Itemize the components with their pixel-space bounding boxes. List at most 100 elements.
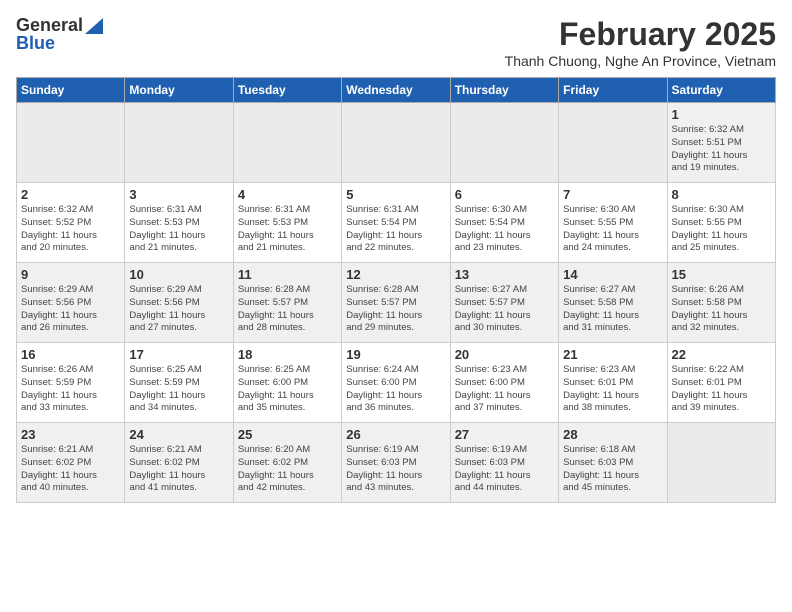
calendar-cell: 23Sunrise: 6:21 AMSunset: 6:02 PMDayligh… [17, 423, 125, 503]
calendar-cell: 3 Sunrise: 6:31 AMSunset: 5:53 PMDaylight… [125, 183, 233, 263]
calendar-header-row: SundayMondayTuesdayWednesdayThursdayFrid… [17, 78, 776, 103]
day-info: Sunrise: 6:23 AMSunset: 6:01 PMDaylight:… [563, 364, 662, 415]
calendar-cell: 14Sunrise: 6:27 AMSunset: 5:58 PMDayligh… [559, 263, 667, 343]
calendar-cell: 2 Sunrise: 6:32 AMSunset: 5:52 PMDaylight… [17, 183, 125, 263]
day-number: 6 [455, 187, 554, 202]
month-title: February 2025 [505, 16, 776, 53]
column-header-wednesday: Wednesday [342, 78, 450, 103]
day-info: Sunrise: 6:31 AMSunset: 5:54 PMDaylight:… [346, 204, 445, 255]
title-area: February 2025 Thanh Chuong, Nghe An Prov… [505, 16, 776, 69]
day-info: Sunrise: 6:25 AMSunset: 6:00 PMDaylight:… [238, 364, 337, 415]
day-number: 25 [238, 427, 337, 442]
day-info: Sunrise: 6:25 AMSunset: 5:59 PMDaylight:… [129, 364, 228, 415]
logo-blue: Blue [16, 34, 55, 52]
day-number: 28 [563, 427, 662, 442]
calendar-cell: 28 Sunrise: 6:18 AMSunset: 6:03 PMDayligh… [559, 423, 667, 503]
day-number: 5 [346, 187, 445, 202]
calendar-cell [667, 423, 775, 503]
header: General Blue February 2025 Thanh Chuong,… [16, 16, 776, 69]
calendar-cell: 6 Sunrise: 6:30 AMSunset: 5:54 PMDaylight… [450, 183, 558, 263]
logo: General Blue [16, 16, 103, 52]
day-number: 3 [129, 187, 228, 202]
day-number: 14 [563, 267, 662, 282]
column-header-thursday: Thursday [450, 78, 558, 103]
calendar: SundayMondayTuesdayWednesdayThursdayFrid… [16, 77, 776, 503]
day-info: Sunrise: 6:26 AMSunset: 5:59 PMDaylight:… [21, 364, 120, 415]
column-header-saturday: Saturday [667, 78, 775, 103]
day-info: Sunrise: 6:32 AMSunset: 5:51 PMDaylight:… [672, 124, 771, 175]
calendar-cell: 20 Sunrise: 6:23 AMSunset: 6:00 PMDayligh… [450, 343, 558, 423]
day-info: Sunrise: 6:30 AMSunset: 5:55 PMDaylight:… [672, 204, 771, 255]
calendar-cell [17, 103, 125, 183]
day-number: 13 [455, 267, 554, 282]
location-title: Thanh Chuong, Nghe An Province, Vietnam [505, 53, 776, 69]
calendar-cell: 16 Sunrise: 6:26 AMSunset: 5:59 PMDayligh… [17, 343, 125, 423]
calendar-cell: 25 Sunrise: 6:20 AMSunset: 6:02 PMDayligh… [233, 423, 341, 503]
day-info: Sunrise: 6:30 AMSunset: 5:54 PMDaylight:… [455, 204, 554, 255]
calendar-cell: 7 Sunrise: 6:30 AMSunset: 5:55 PMDaylight… [559, 183, 667, 263]
day-info: Sunrise: 6:28 AMSunset: 5:57 PMDaylight:… [238, 284, 337, 335]
day-info: Sunrise: 6:27 AMSunset: 5:57 PMDaylight:… [455, 284, 554, 335]
calendar-cell: 13 Sunrise: 6:27 AMSunset: 5:57 PMDayligh… [450, 263, 558, 343]
calendar-cell [125, 103, 233, 183]
calendar-cell: 19 Sunrise: 6:24 AMSunset: 6:00 PMDayligh… [342, 343, 450, 423]
calendar-cell: 18 Sunrise: 6:25 AMSunset: 6:00 PMDayligh… [233, 343, 341, 423]
calendar-cell: 24 Sunrise: 6:21 AMSunset: 6:02 PMDayligh… [125, 423, 233, 503]
calendar-cell [450, 103, 558, 183]
day-info: Sunrise: 6:19 AMSunset: 6:03 PMDaylight:… [455, 444, 554, 495]
day-info: Sunrise: 6:19 AMSunset: 6:03 PMDaylight:… [346, 444, 445, 495]
calendar-week-row: 23 Sunrise: 6:21 AMSunset: 6:02 PMDayligh… [17, 423, 776, 503]
calendar-cell: 17 Sunrise: 6:25 AMSunset: 5:59 PMDayligh… [125, 343, 233, 423]
day-number: 15 [672, 267, 771, 282]
calendar-cell [233, 103, 341, 183]
day-info: Sunrise: 6:29 AMSunset: 5:56 PMDaylight:… [129, 284, 228, 335]
day-number: 7 [563, 187, 662, 202]
calendar-week-row: 1 Sunrise: 6:32 AMSunset: 5:51 PMDaylight… [17, 103, 776, 183]
day-info: Sunrise: 6:28 AMSunset: 5:57 PMDaylight:… [346, 284, 445, 335]
day-number: 19 [346, 347, 445, 362]
day-info: Sunrise: 6:32 AMSunset: 5:52 PMDaylight:… [21, 204, 120, 255]
calendar-cell: 12 Sunrise: 6:28 AMSunset: 5:57 PMDayligh… [342, 263, 450, 343]
day-number: 1 [672, 107, 771, 122]
day-info: Sunrise: 6:30 AMSunset: 5:55 PMDaylight:… [563, 204, 662, 255]
logo-general: General [16, 16, 83, 34]
column-header-sunday: Sunday [17, 78, 125, 103]
day-number: 16 [21, 347, 120, 362]
day-number: 18 [238, 347, 337, 362]
day-info: Sunrise: 6:24 AMSunset: 6:00 PMDaylight:… [346, 364, 445, 415]
day-number: 17 [129, 347, 228, 362]
day-info: Sunrise: 6:21 AMSunset: 6:02 PMDaylight:… [129, 444, 228, 495]
calendar-cell: 4 Sunrise: 6:31 AMSunset: 5:53 PMDaylight… [233, 183, 341, 263]
day-number: 4 [238, 187, 337, 202]
calendar-cell [559, 103, 667, 183]
calendar-week-row: 9Sunrise: 6:29 AMSunset: 5:56 PMDaylight… [17, 263, 776, 343]
day-number: 2 [21, 187, 120, 202]
calendar-cell: 10 Sunrise: 6:29 AMSunset: 5:56 PMDayligh… [125, 263, 233, 343]
calendar-cell: 15 Sunrise: 6:26 AMSunset: 5:58 PMDayligh… [667, 263, 775, 343]
day-number: 10 [129, 267, 228, 282]
column-header-friday: Friday [559, 78, 667, 103]
day-number: 12 [346, 267, 445, 282]
day-number: 11 [238, 267, 337, 282]
day-number: 23 [21, 427, 120, 442]
logo-triangle-icon [85, 18, 103, 34]
day-info: Sunrise: 6:20 AMSunset: 6:02 PMDaylight:… [238, 444, 337, 495]
day-info: Sunrise: 6:29 AMSunset: 5:56 PMDaylight:… [21, 284, 120, 335]
calendar-cell: 5 Sunrise: 6:31 AMSunset: 5:54 PMDaylight… [342, 183, 450, 263]
calendar-cell [342, 103, 450, 183]
day-info: Sunrise: 6:26 AMSunset: 5:58 PMDaylight:… [672, 284, 771, 335]
day-number: 21 [563, 347, 662, 362]
calendar-cell: 26Sunrise: 6:19 AMSunset: 6:03 PMDayligh… [342, 423, 450, 503]
day-info: Sunrise: 6:31 AMSunset: 5:53 PMDaylight:… [129, 204, 228, 255]
calendar-cell: 27Sunrise: 6:19 AMSunset: 6:03 PMDayligh… [450, 423, 558, 503]
day-number: 8 [672, 187, 771, 202]
day-number: 24 [129, 427, 228, 442]
day-info: Sunrise: 6:31 AMSunset: 5:53 PMDaylight:… [238, 204, 337, 255]
day-info: Sunrise: 6:23 AMSunset: 6:00 PMDaylight:… [455, 364, 554, 415]
day-info: Sunrise: 6:18 AMSunset: 6:03 PMDaylight:… [563, 444, 662, 495]
day-info: Sunrise: 6:22 AMSunset: 6:01 PMDaylight:… [672, 364, 771, 415]
day-number: 20 [455, 347, 554, 362]
calendar-week-row: 16 Sunrise: 6:26 AMSunset: 5:59 PMDayligh… [17, 343, 776, 423]
column-header-monday: Monday [125, 78, 233, 103]
calendar-cell: 9Sunrise: 6:29 AMSunset: 5:56 PMDaylight… [17, 263, 125, 343]
